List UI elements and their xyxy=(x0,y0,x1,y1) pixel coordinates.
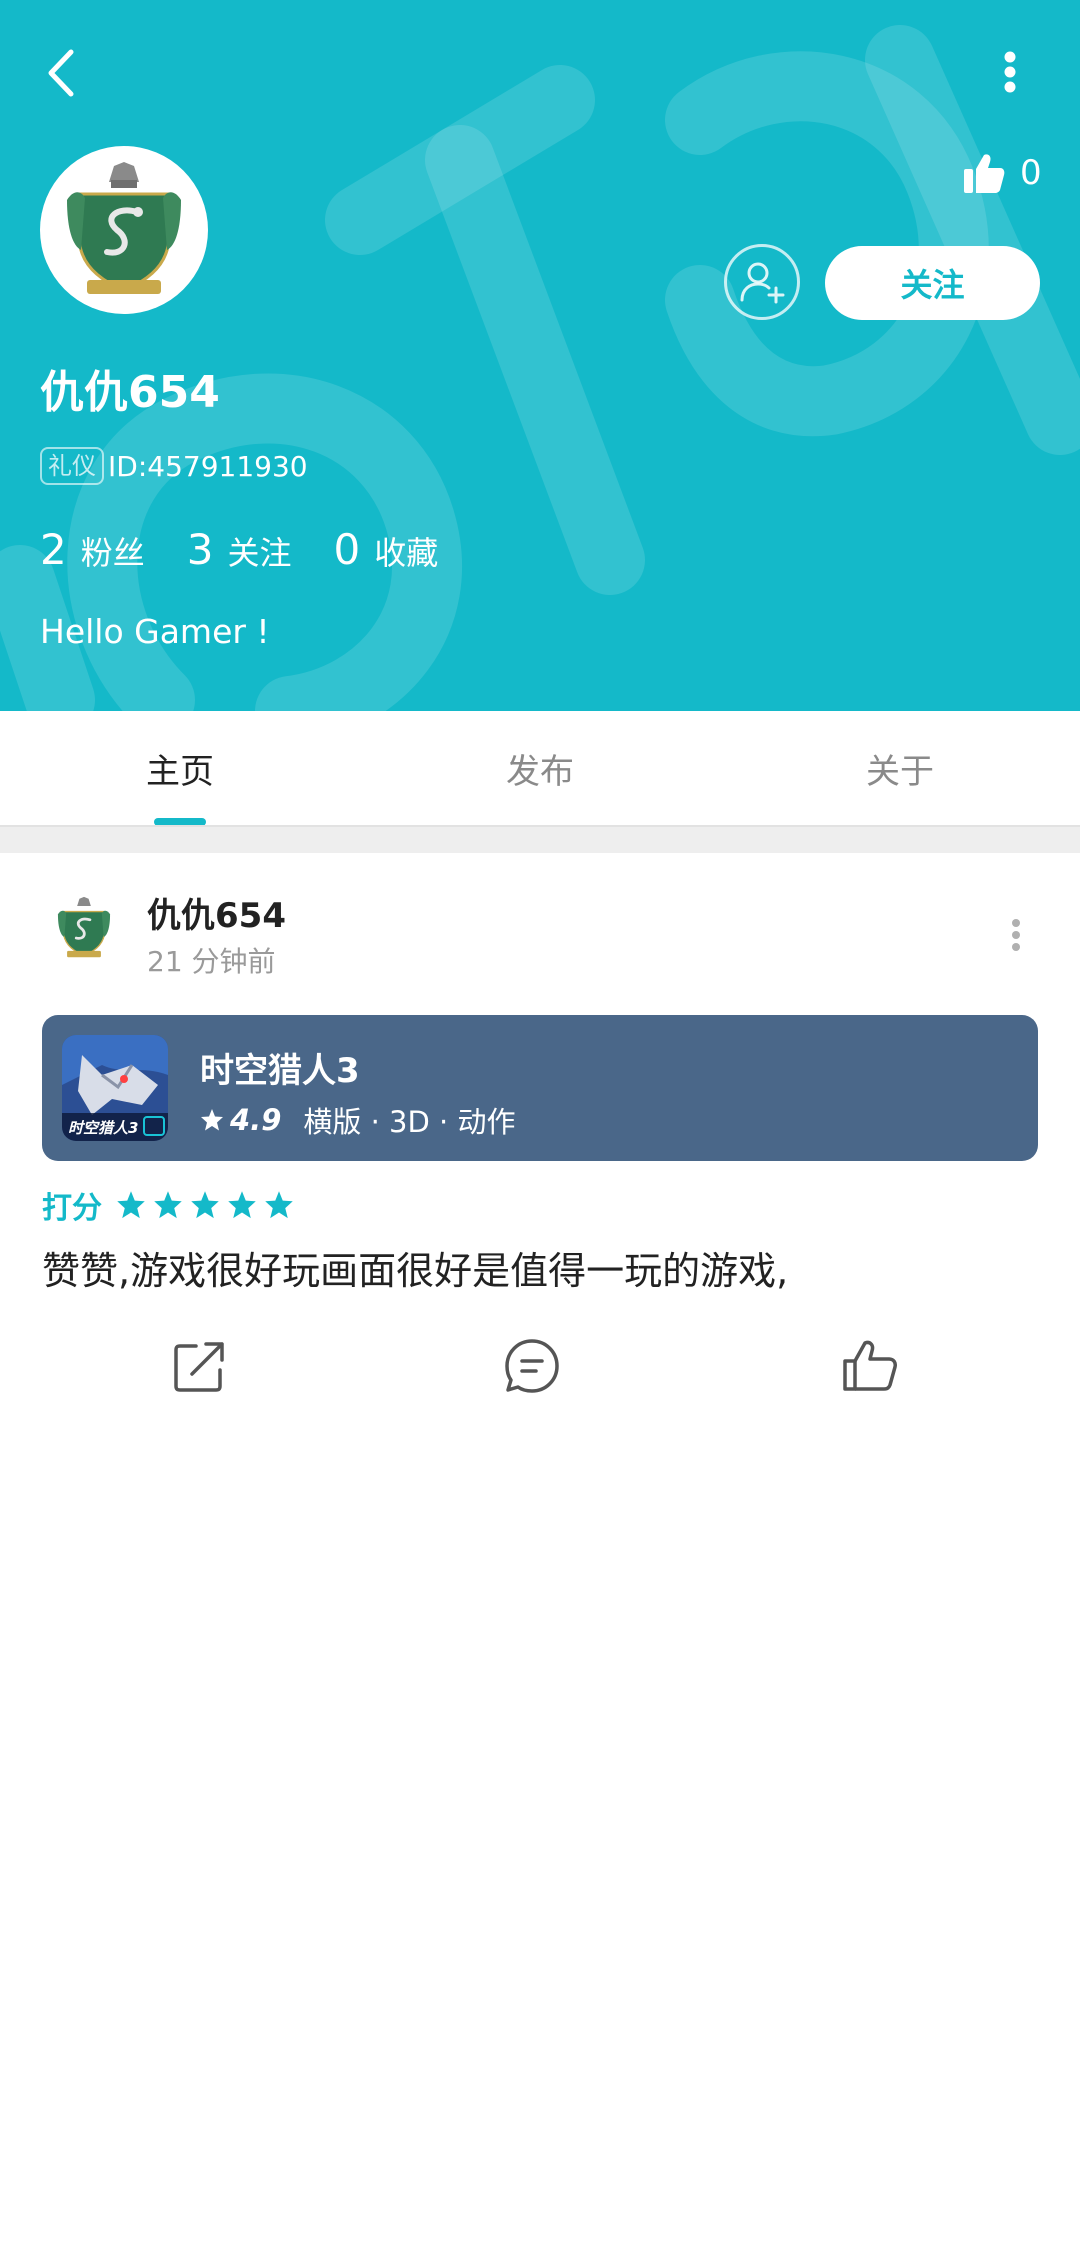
profile-header: 0 关注 仇仇654 礼仪 ID:457911930 2 粉丝 3 关注 0 收… xyxy=(0,0,1080,711)
star-icon xyxy=(154,1191,182,1219)
house-crest-icon xyxy=(67,162,181,294)
stat-following[interactable]: 3 关注 xyxy=(187,525,292,574)
house-crest-icon xyxy=(57,896,111,958)
add-user-icon xyxy=(740,262,785,304)
stat-number: 0 xyxy=(333,525,361,574)
stat-number: 3 xyxy=(186,525,214,574)
rating-stars xyxy=(116,1190,301,1220)
star-icon xyxy=(265,1191,293,1219)
comment-button[interactable] xyxy=(500,1334,564,1398)
badge-row: 礼仪 ID:457911930 xyxy=(40,446,308,486)
game-card[interactable]: 时空猎人3 时空猎人3 4.9 横版 · 3D · 动作 xyxy=(42,1015,1038,1161)
avatar[interactable] xyxy=(40,146,208,314)
star-icon xyxy=(117,1191,145,1219)
stat-followers[interactable]: 2 粉丝 xyxy=(40,525,145,574)
stat-label: 粉丝 xyxy=(80,534,145,572)
chevron-left-icon xyxy=(48,49,74,97)
post-timestamp: 21 分钟前 xyxy=(147,945,276,978)
section-divider xyxy=(0,825,1080,853)
post-more-button[interactable] xyxy=(996,910,1036,960)
user-stats: 2 粉丝 3 关注 0 收藏 xyxy=(40,525,480,581)
star-icon xyxy=(228,1191,256,1219)
game-meta: 4.9 横版 · 3D · 动作 xyxy=(200,1099,515,1141)
tab-home[interactable]: 主页 xyxy=(0,711,360,825)
tab-about[interactable]: 关于 xyxy=(720,711,1080,825)
share-icon xyxy=(174,1342,224,1392)
user-id: ID:457911930 xyxy=(108,449,308,483)
like-icon xyxy=(843,1340,897,1391)
thumbs-up-filled-icon xyxy=(964,154,1005,193)
game-icon-caption: 时空猎人3 xyxy=(68,1119,139,1137)
stat-label: 关注 xyxy=(227,534,292,572)
game-icon: 时空猎人3 xyxy=(62,1035,168,1141)
share-button[interactable] xyxy=(168,1334,232,1398)
post-author-avatar[interactable] xyxy=(48,892,120,964)
like-button[interactable] xyxy=(838,1334,902,1398)
username: 仇仇654 xyxy=(40,367,220,418)
profile-like-button[interactable]: 0 xyxy=(962,148,1042,198)
post-content: 赞赞,游戏很好玩画面很好是值得一玩的游戏, xyxy=(42,1249,789,1293)
vertical-dots-icon xyxy=(1004,51,1016,93)
add-friend-button[interactable] xyxy=(724,244,800,320)
follow-button[interactable]: 关注 xyxy=(825,246,1040,320)
post-author-name[interactable]: 仇仇654 xyxy=(147,888,286,937)
stat-favorites[interactable]: 0 收藏 xyxy=(334,525,439,574)
more-options-button[interactable] xyxy=(985,40,1035,104)
star-icon xyxy=(201,1109,223,1131)
game-tags: 横版 · 3D · 动作 xyxy=(303,1105,516,1139)
tab-posts[interactable]: 发布 xyxy=(360,711,720,825)
profile-tabs: 主页 发布 关于 xyxy=(0,711,1080,825)
user-bio: Hello Gamer ! xyxy=(40,612,270,651)
score-row: 打分 xyxy=(42,1185,301,1226)
game-title: 时空猎人3 xyxy=(200,1051,360,1091)
etiquette-badge[interactable]: 礼仪 xyxy=(40,447,104,485)
like-count: 0 xyxy=(1020,153,1042,193)
star-icon xyxy=(191,1191,219,1219)
game-rating: 4.9 xyxy=(230,1103,282,1137)
stat-number: 2 xyxy=(40,525,67,574)
score-label: 打分 xyxy=(42,1191,102,1226)
comment-icon xyxy=(505,1339,559,1393)
vertical-dots-icon xyxy=(1012,919,1020,951)
back-button[interactable] xyxy=(30,38,90,108)
stat-label: 收藏 xyxy=(374,534,439,572)
